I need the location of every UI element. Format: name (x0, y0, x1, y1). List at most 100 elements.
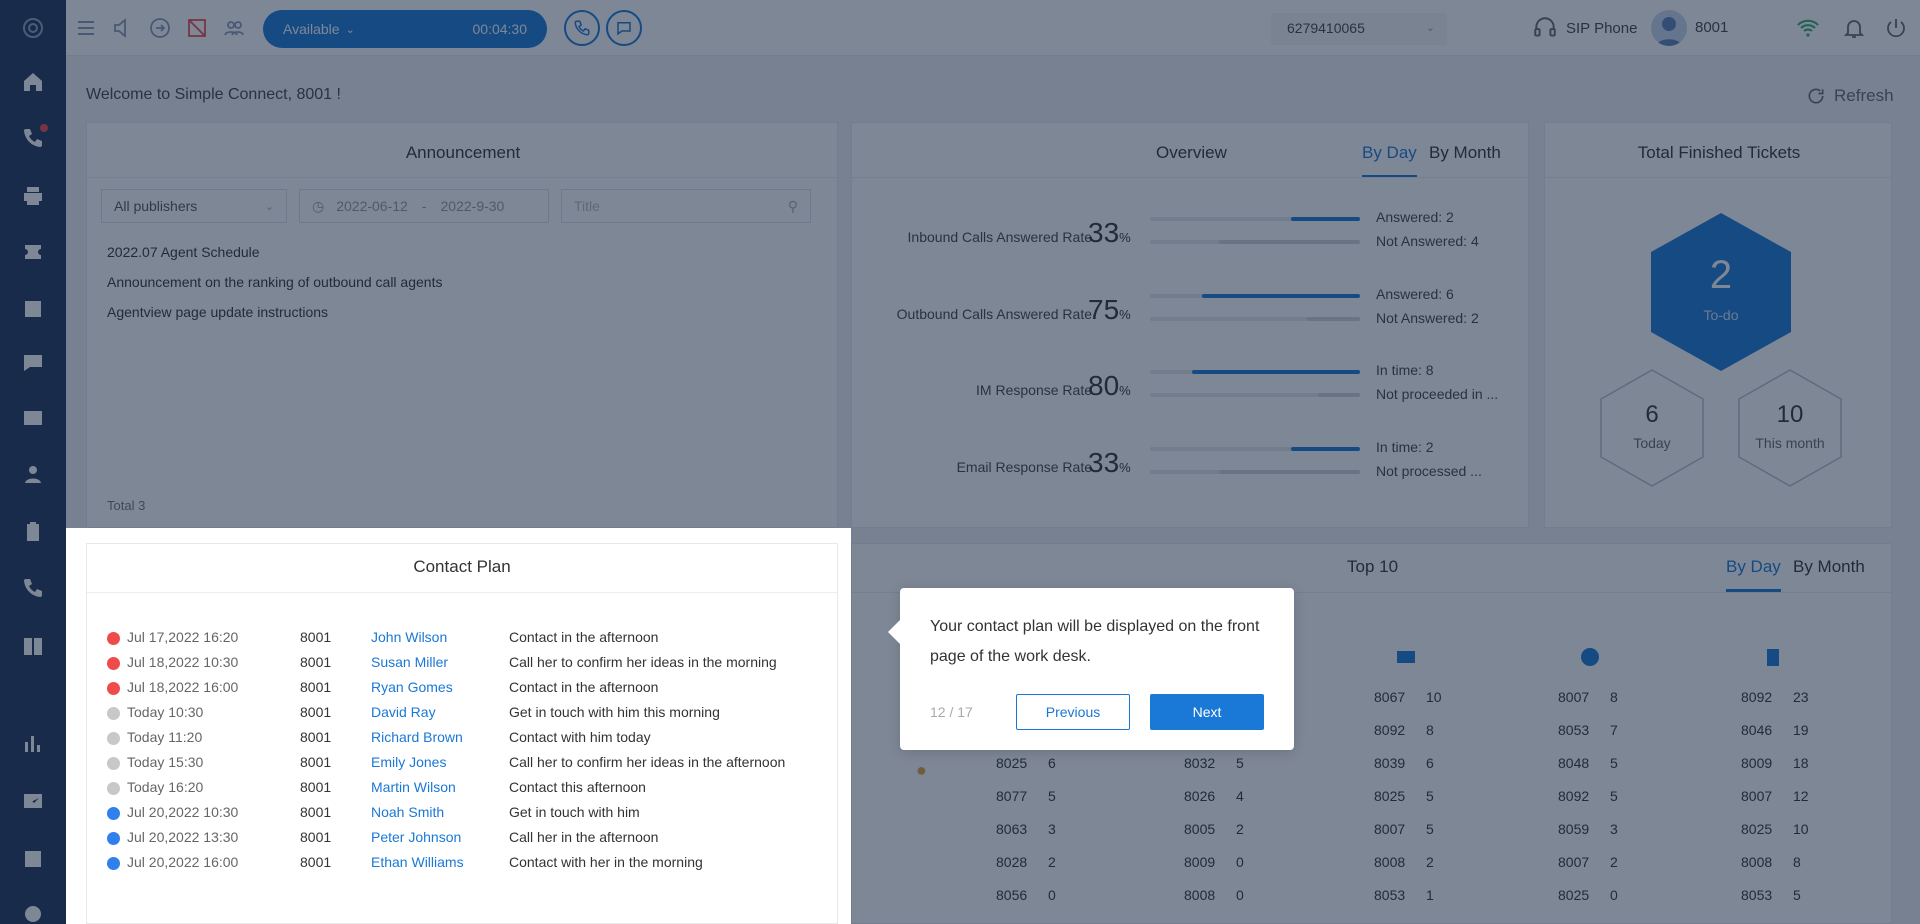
date-range-filter[interactable]: ◷ 2022-06-12 - 2022-9-30 (299, 189, 549, 223)
todo-label: To-do (1703, 307, 1739, 323)
status-dot (107, 757, 120, 770)
avatar[interactable] (1651, 10, 1687, 46)
contact-plan-row[interactable]: Today 11:20 8001 Richard Brown Contact with… (87, 728, 839, 750)
month-hexagon[interactable]: 10 This month (1738, 369, 1842, 487)
refresh-button[interactable]: Refresh (1806, 86, 1894, 106)
contact-name-link[interactable]: Susan Miller (371, 654, 448, 670)
contact-extension: 8001 (300, 729, 332, 745)
publisher-filter[interactable]: All publishers ⌄ (101, 189, 287, 223)
contact-name-link[interactable]: Richard Brown (371, 729, 463, 745)
top10-agent: 8063 (996, 821, 1028, 837)
contact-plan-row[interactable]: Jul 18,2022 10:30 8001 Susan Miller Call he… (87, 653, 839, 675)
sip-phone-label: SIP Phone (1566, 19, 1638, 37)
tab-by-month[interactable]: By Month (1793, 557, 1865, 577)
announcement-total: Total 3 (107, 498, 146, 513)
top10-agent: 8067 (1374, 689, 1406, 705)
contact-plan-row[interactable]: Today 15:30 8001 Emily Jones Call her to co… (87, 753, 839, 775)
contact-name-link[interactable]: Ryan Gomes (371, 679, 453, 695)
title-search-placeholder: Title (574, 198, 600, 214)
menu-icon[interactable] (74, 16, 98, 40)
top10-count: 6 (1048, 755, 1056, 771)
hold-off-icon[interactable] (185, 16, 209, 40)
welcome-message: Welcome to Simple Connect, 8001 ! (86, 86, 341, 103)
contact-name-link[interactable]: Noah Smith (371, 804, 444, 820)
notification-dot (40, 124, 48, 132)
contact-name-link[interactable]: Peter Johnson (371, 829, 461, 845)
date-end: 2022-9-30 (440, 198, 505, 214)
contact-plan-row[interactable]: Jul 17,2022 16:20 8001 John Wilson Contact … (87, 628, 839, 650)
contact-name-link[interactable]: David Ray (371, 704, 436, 720)
today-hexagon[interactable]: 6 Today (1600, 369, 1704, 487)
contact-plan-row[interactable]: Jul 18,2022 16:00 8001 Ryan Gomes Contact i… (87, 678, 839, 700)
contact-plan-row[interactable]: Today 10:30 8001 David Ray Get in touch wit… (87, 703, 839, 725)
contact-name-link[interactable]: Martin Wilson (371, 779, 456, 795)
top10-count: 12 (1793, 788, 1809, 804)
sidebar-item-ticket[interactable] (0, 232, 66, 272)
dial-button[interactable] (564, 10, 600, 46)
tab-by-day[interactable]: By Day (1726, 557, 1781, 592)
top10-title: Top 10 (1347, 557, 1399, 576)
todo-hexagon[interactable]: 2 To-do (1651, 213, 1791, 371)
bell-icon[interactable] (1842, 16, 1866, 40)
contact-name-link[interactable]: Ethan Williams (371, 854, 464, 870)
sidebar-item-chat[interactable] (0, 342, 66, 382)
sip-phone-selector[interactable]: SIP Phone (1532, 16, 1637, 40)
conference-icon[interactable] (222, 16, 246, 40)
top10-count: 0 (1610, 887, 1618, 903)
status-dot (107, 807, 120, 820)
next-button[interactable]: Next (1150, 694, 1264, 730)
metric-bar-secondary (1150, 240, 1360, 244)
sidebar-item-settings[interactable] (0, 894, 66, 924)
contact-plan-title: Contact Plan (413, 557, 511, 576)
top10-count: 18 (1793, 755, 1809, 771)
headset-icon (1534, 17, 1556, 37)
metric-bar-fill (1307, 317, 1360, 321)
metric-line-1: In time: 2 (1376, 439, 1434, 455)
tab-by-month[interactable]: By Month (1429, 143, 1501, 163)
metric-bar-primary (1150, 447, 1360, 451)
contact-date: Jul 20,2022 13:30 (127, 829, 239, 845)
transfer-icon[interactable] (148, 16, 172, 40)
announcement-item[interactable]: Announcement on the ranking of outbound … (107, 274, 442, 290)
contact-name-link[interactable]: Emily Jones (371, 754, 446, 770)
tab-by-day[interactable]: By Day (1362, 143, 1417, 178)
sidebar-item-calendar[interactable] (0, 288, 66, 328)
sidebar-item-contact[interactable] (0, 454, 66, 494)
previous-button[interactable]: Previous (1016, 694, 1130, 730)
contact-plan-row[interactable]: Jul 20,2022 13:30 8001 Peter Johnson Call h… (87, 828, 839, 850)
contact-name-link[interactable]: John Wilson (371, 629, 447, 645)
top10-count: 2 (1426, 854, 1434, 870)
contact-plan-row[interactable]: Jul 20,2022 10:30 8001 Noah Smith Get in to… (87, 803, 839, 825)
contact-plan-row[interactable]: Today 16:20 8001 Martin Wilson Contact this… (87, 778, 839, 800)
mute-icon[interactable] (111, 16, 135, 40)
sidebar-item-home[interactable] (0, 62, 66, 102)
sidebar-item-clipboard[interactable] (0, 512, 66, 552)
agent-status-selector[interactable]: Available ⌄ 00:04:30 (263, 10, 547, 48)
contact-plan-row[interactable]: Jul 20,2022 16:00 8001 Ethan Williams Conta… (87, 853, 839, 875)
sidebar-item-mail[interactable] (0, 398, 66, 438)
sidebar-item-logo[interactable] (0, 8, 66, 48)
schedule-icon (25, 848, 41, 867)
sidebar-item-monitor[interactable] (0, 782, 66, 822)
sidebar-item-phone[interactable] (0, 118, 66, 158)
contact-note: Call her to confirm her ideas in the aft… (509, 754, 786, 770)
title-search-input[interactable]: Title ⚲ (561, 189, 811, 223)
top10-agent: 8028 (996, 854, 1028, 870)
mail-icon (24, 411, 42, 425)
sidebar-item-book[interactable] (0, 626, 66, 666)
announcement-item[interactable]: 2022.07 Agent Schedule (107, 244, 260, 260)
metric-line-2: Not Answered: 2 (1376, 310, 1479, 326)
sidebar-item-schedule[interactable] (0, 838, 66, 878)
chevron-down-icon: ⌄ (1425, 22, 1435, 34)
contact-date: Jul 18,2022 16:00 (127, 679, 239, 695)
power-icon[interactable] (1884, 16, 1908, 40)
top10-count: 5 (1236, 755, 1244, 771)
im-button[interactable] (606, 10, 642, 46)
top10-count: 3 (1610, 821, 1618, 837)
metric-bar-fill (1219, 240, 1360, 244)
caller-number-select[interactable]: 6279410065 ⌄ (1271, 13, 1447, 45)
sidebar-item-printer[interactable] (0, 176, 66, 216)
sidebar-item-report[interactable] (0, 724, 66, 764)
sidebar-item-callback[interactable] (0, 568, 66, 608)
announcement-item[interactable]: Agentview page update instructions (107, 304, 328, 320)
